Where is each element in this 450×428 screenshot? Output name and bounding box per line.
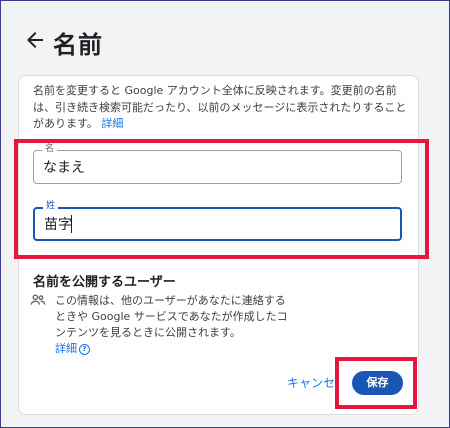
- window-frame: 名前 名前を変更すると Google アカウント全体に反映されます。変更前の名前…: [0, 0, 450, 428]
- people-icon: [30, 294, 46, 305]
- header-bar: 名前: [1, 1, 449, 67]
- description-details-link[interactable]: 詳細: [101, 117, 123, 130]
- first-name-field[interactable]: 名: [33, 144, 402, 184]
- text-cursor: [71, 215, 72, 233]
- save-button[interactable]: 保存: [352, 371, 403, 395]
- visibility-details-link[interactable]: 詳細: [55, 342, 77, 355]
- visibility-info-text: この情報は、他のユーザーがあなたに連絡するときや Google サービスであなた…: [55, 294, 288, 339]
- description: 名前を変更すると Google アカウント全体に反映されます。変更前の名前は、引…: [33, 83, 408, 133]
- description-text: 名前を変更すると Google アカウント全体に反映されます。変更前の名前は、引…: [33, 84, 407, 130]
- visibility-section-title: 名前を公開するユーザー: [33, 275, 176, 290]
- page-title: 名前: [53, 31, 103, 59]
- help-icon[interactable]: ?: [79, 343, 90, 355]
- visibility-info: この情報は、他のユーザーがあなたに連絡するときや Google サービスであなた…: [55, 293, 295, 357]
- first-name-input[interactable]: [43, 151, 383, 183]
- last-name-field[interactable]: 姓: [33, 201, 402, 241]
- last-name-input[interactable]: [44, 209, 384, 239]
- back-arrow-icon[interactable]: [23, 28, 47, 52]
